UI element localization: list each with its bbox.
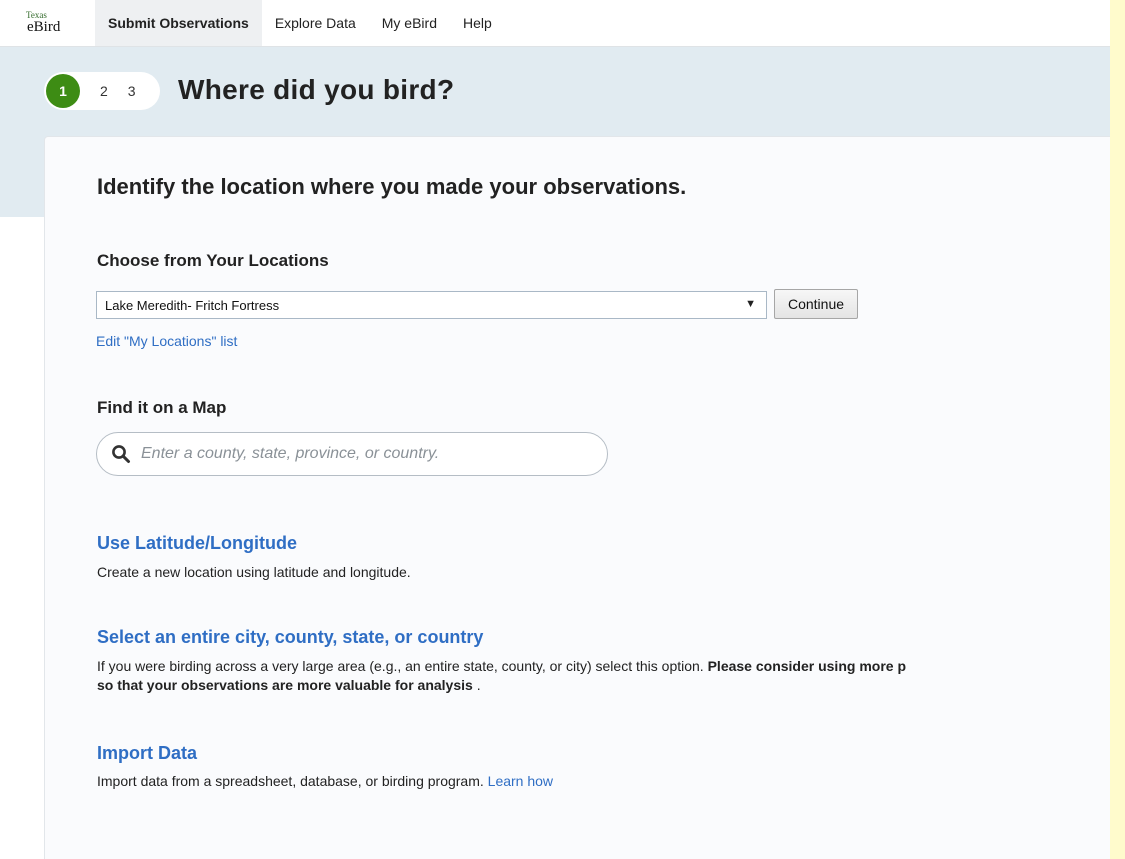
import-data-link[interactable]: Import Data (97, 743, 197, 764)
import-data-description: Import data from a spreadsheet, database… (97, 772, 553, 791)
nav-my-ebird[interactable]: My eBird (369, 0, 450, 46)
logo-text-bottom: eBird (27, 19, 61, 35)
continue-button[interactable]: Continue (774, 289, 858, 319)
entire-region-description-line2: so that your observations are more valua… (97, 676, 481, 695)
browser-viewport: Texas eBird Submit Observations Explore … (0, 0, 1110, 859)
entire-desc-bold-1: Please consider using more p (707, 658, 906, 674)
page-title: Where did you bird? (178, 74, 455, 105)
step-current: 1 (46, 74, 80, 108)
search-placeholder: Enter a county, state, province, or coun… (141, 445, 440, 462)
location-card (44, 136, 1110, 859)
texas-ebird-logo[interactable]: Texas eBird (0, 0, 95, 46)
learn-how-link[interactable]: Learn how (488, 773, 553, 789)
edit-my-locations-link[interactable]: Edit "My Locations" list (96, 333, 237, 349)
entire-desc-bold-2: so that your observations are more valua… (97, 677, 473, 693)
latlong-description: Create a new location using latitude and… (97, 564, 411, 580)
step-indicator: 1 2 3 (44, 72, 160, 110)
identify-heading: Identify the location where you made you… (97, 174, 687, 199)
step-3: 3 (127, 83, 136, 99)
select-entire-region-link[interactable]: Select an entire city, county, state, or… (97, 627, 483, 648)
use-latitude-longitude-link[interactable]: Use Latitude/Longitude (97, 533, 297, 554)
nav-help[interactable]: Help (450, 0, 505, 46)
find-on-map-heading: Find it on a Map (97, 398, 227, 417)
search-icon (112, 445, 130, 463)
entire-desc-end: . (472, 677, 481, 693)
choose-locations-heading: Choose from Your Locations (97, 251, 329, 270)
import-desc-text: Import data from a spreadsheet, database… (97, 773, 488, 789)
dropdown-arrow-icon: ▼ (745, 298, 756, 310)
nav-submit-observations[interactable]: Submit Observations (95, 0, 262, 46)
nav-explore-data[interactable]: Explore Data (262, 0, 369, 46)
top-navigation: Texas eBird Submit Observations Explore … (0, 0, 1110, 47)
outer-edge-strip (1110, 0, 1125, 859)
my-locations-select[interactable]: Lake Meredith- Fritch Fortress ▼ (96, 291, 767, 319)
entire-desc-plain: If you were birding across a very large … (97, 658, 708, 674)
map-search-input[interactable]: Enter a county, state, province, or coun… (96, 432, 608, 476)
entire-region-description: If you were birding across a very large … (97, 657, 906, 676)
selected-location: Lake Meredith- Fritch Fortress (105, 298, 280, 313)
step-2: 2 (100, 83, 108, 99)
